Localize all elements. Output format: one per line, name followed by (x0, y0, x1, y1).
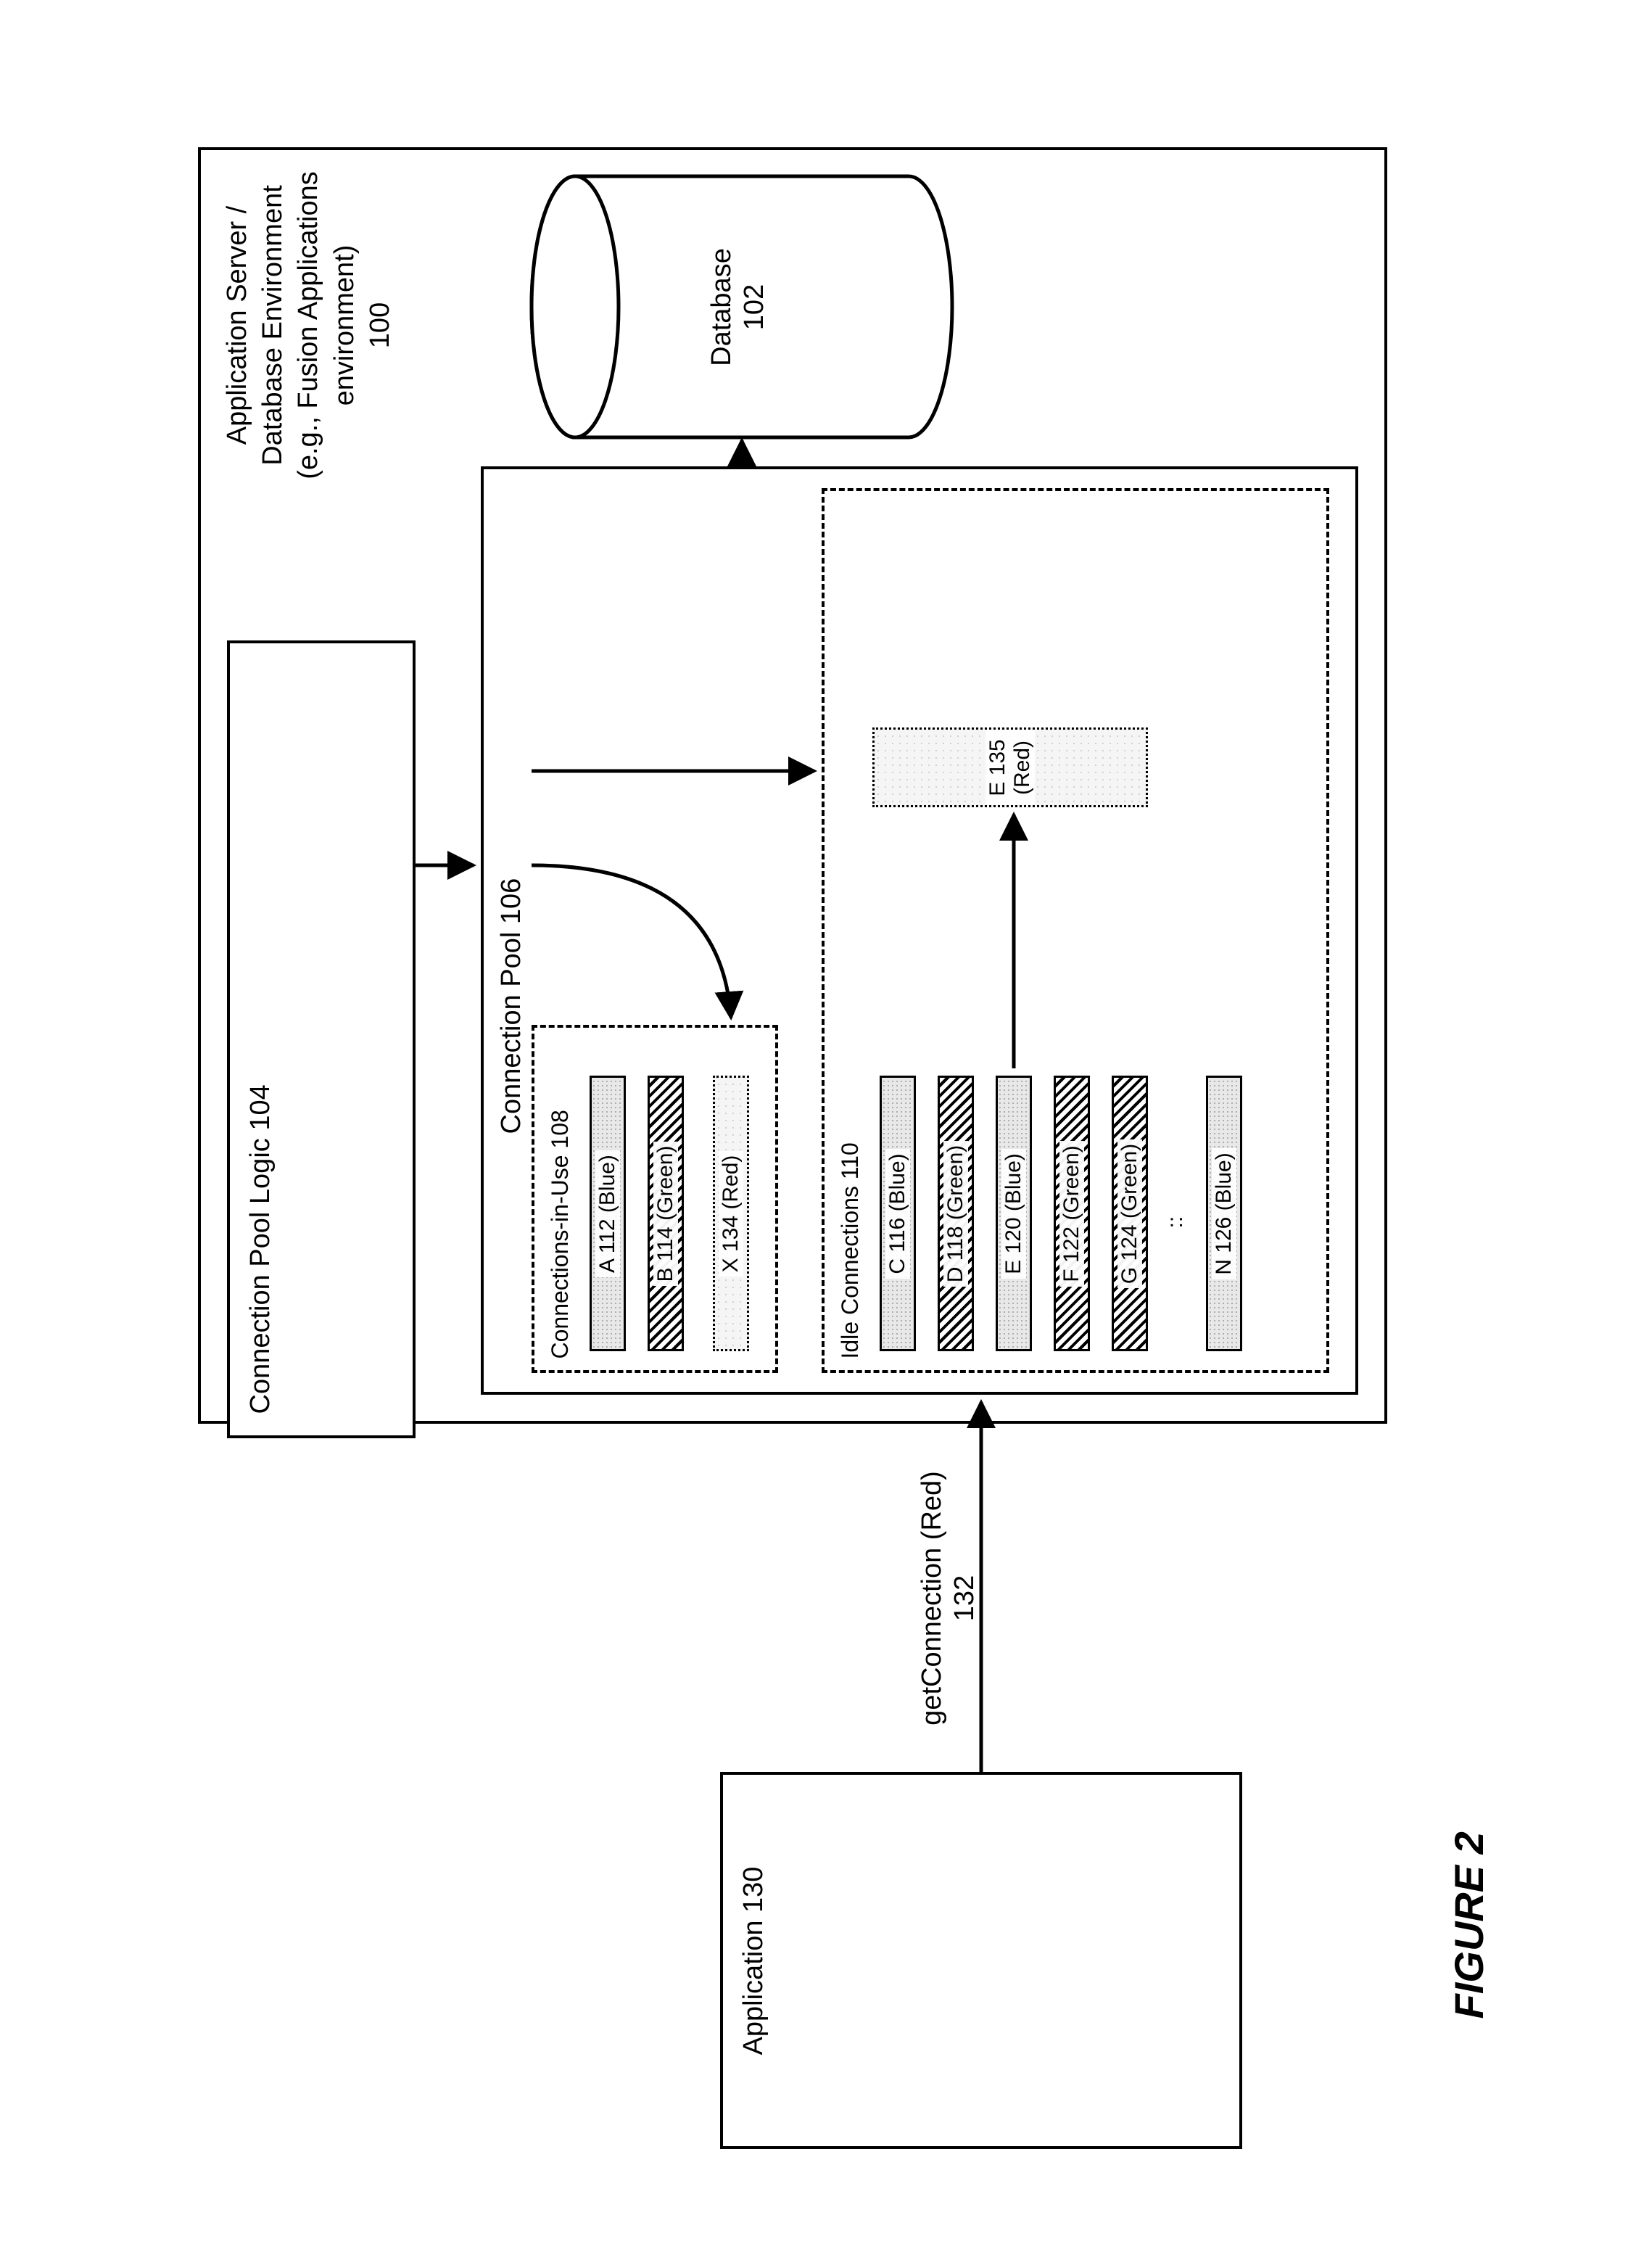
connection-pool-label: Connection Pool 106 (495, 878, 529, 1134)
pool-logic-label: Connection Pool Logic 104 (244, 1084, 278, 1414)
conn-f: F 122 (Green) (1054, 1076, 1090, 1352)
conn-b-label: B 114 (Green) (653, 1142, 678, 1287)
getconnection-num: 132 (949, 1575, 980, 1621)
idle-title: Idle Connections 110 (836, 1142, 864, 1358)
conn-n: N 126 (Blue) (1206, 1076, 1242, 1352)
conn-d: D 118 (Green) (938, 1076, 974, 1352)
environment-title-l4: environment) (329, 245, 360, 406)
conn-g-label: G 124 (Green) (1117, 1139, 1142, 1288)
application-label: Application 130 (737, 1776, 771, 2147)
conn-n-label: N 126 (Blue) (1212, 1148, 1236, 1279)
database-label-text: Database (706, 248, 737, 366)
conn-c: C 116 (Blue) (880, 1076, 916, 1352)
conn-f-label: F 122 (Green) (1059, 1141, 1084, 1286)
conn-g: G 124 (Green) (1112, 1076, 1148, 1352)
figure-label: FIGURE 2 (1445, 1831, 1492, 2018)
getconnection-label: getConnection (Red) 132 (916, 1453, 982, 1744)
environment-title-l3: (e.g., Fusion Applications (293, 171, 323, 479)
database-label-num: 102 (739, 284, 769, 330)
conn-a: A 112 (Blue) (590, 1076, 626, 1352)
environment-title: Application Server / Database Environmen… (220, 170, 399, 482)
application-box: Application 130 (720, 1773, 1242, 2150)
conn-b: B 114 (Green) (648, 1076, 684, 1352)
pool-logic-box: Connection Pool Logic 104 (227, 641, 416, 1439)
getconnection-text: getConnection (Red) (917, 1471, 947, 1725)
environment-title-l5: 100 (365, 302, 395, 348)
conn-c-label: C 116 (Blue) (885, 1149, 910, 1278)
conn-x-label: X 134 (Red) (719, 1151, 743, 1277)
in-use-title: Connections-in-Use 108 (546, 1110, 574, 1358)
conn-e-label: E 120 (Blue) (1001, 1149, 1026, 1279)
conn-e: E 120 (Blue) (996, 1076, 1032, 1352)
conn-e135-label: E 135 (Red) (986, 730, 1035, 806)
environment-title-l2: Database Environment (257, 185, 288, 466)
conn-d-label: D 118 (Green) (943, 1141, 968, 1287)
idle-dots: :: (1162, 1216, 1189, 1229)
conn-e135: E 135 (Red) (872, 728, 1148, 808)
conn-x: X 134 (Red) (713, 1076, 749, 1352)
conn-a-label: A 112 (Blue) (595, 1150, 620, 1277)
environment-title-l1: Application Server / (222, 206, 252, 445)
database-label: Database 102 (706, 235, 772, 380)
